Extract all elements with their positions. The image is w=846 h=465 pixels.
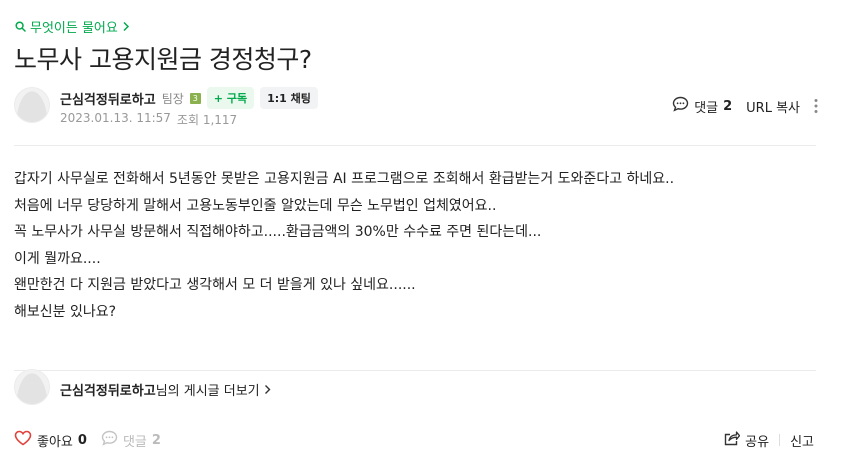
- chevron-right-icon: [122, 21, 130, 32]
- author-info: 근심걱정뒤로하고 팀장 3 + 구독 1:1 채팅: [60, 87, 318, 109]
- reaction-bar: 좋아요 0 댓글 2: [14, 430, 161, 450]
- board-link[interactable]: 무엇이든 물어요: [15, 17, 130, 36]
- comment-count: 2: [723, 98, 733, 114]
- search-icon: [15, 21, 26, 32]
- share-icon: [723, 430, 741, 450]
- content-line: 갑자기 사무실로 전화해서 5년동안 못받은 고용지원금 AI 프로그램으로 조…: [14, 171, 675, 187]
- share-report-bar: 공유 신고: [723, 430, 814, 450]
- content-line: 꼭 노무사가 사무실 방문해서 직접해야하고.....환급금액의 30%만 수수…: [14, 224, 542, 241]
- chat-button[interactable]: 1:1 채팅: [260, 87, 318, 109]
- post-title: 노무사 고용지원금 경정청구?: [14, 45, 312, 74]
- more-posts-nickname: 근심걱정뒤로하고: [60, 384, 156, 399]
- share-label: 공유: [745, 434, 770, 450]
- author-nickname[interactable]: 근심걱정뒤로하고: [60, 89, 156, 108]
- content-line: 왠만한건 다 지원금 받았다고 생각해서 모 더 받을게 있나 싶네요.....…: [14, 277, 416, 294]
- report-button[interactable]: 신고: [790, 431, 814, 450]
- content-line: 이게 뭘까요....: [14, 250, 101, 267]
- chevron-right-icon: [264, 384, 271, 395]
- content-line: 처음에 너무 당당하게 말해서 고용노동부인줄 알았는데 무슨 노무법인 업체였…: [14, 197, 497, 214]
- post-meta: 2023.01.13. 11:57 조회 1,117: [60, 111, 237, 128]
- post-views: 조회 1,117: [176, 113, 238, 127]
- like-count: 0: [77, 432, 87, 448]
- like-label: 좋아요: [37, 434, 73, 450]
- top-actions: 댓글 2 URL 복사: [672, 96, 818, 116]
- comment-label-bottom: 댓글: [122, 434, 147, 450]
- grade-badge-icon: 3: [189, 92, 201, 104]
- post-content: 갑자기 사무실로 전화해서 5년동안 못받은 고용지원금 AI 프로그램으로 조…: [14, 166, 814, 326]
- divider: [14, 145, 816, 146]
- comment-label: 댓글: [694, 100, 719, 116]
- comment-icon: [101, 430, 118, 450]
- more-options-icon[interactable]: [814, 98, 818, 114]
- comment-count-bottom: 2: [151, 432, 161, 448]
- url-copy-button[interactable]: URL 복사: [746, 97, 800, 116]
- comment-icon: [672, 96, 689, 116]
- content-line: 해보신분 있나요?: [14, 303, 117, 320]
- comment-button[interactable]: 댓글 2: [672, 96, 732, 116]
- share-button[interactable]: 공유: [723, 430, 769, 450]
- board-label: 무엇이든 물어요: [30, 21, 118, 36]
- more-posts-label: 님의 게시글 더보기: [155, 384, 260, 399]
- post-date: 2023.01.13. 11:57: [60, 111, 171, 125]
- divider: [779, 434, 781, 446]
- author-grade: 팀장: [161, 91, 184, 106]
- heart-icon: [14, 430, 32, 450]
- follow-button[interactable]: + 구독: [206, 87, 255, 109]
- like-button[interactable]: 좋아요 0: [14, 430, 87, 450]
- author-avatar[interactable]: [14, 87, 50, 123]
- divider: [14, 370, 816, 371]
- comment-button-bottom[interactable]: 댓글 2: [101, 430, 161, 450]
- more-posts-link[interactable]: 근심걱정뒤로하고 님의 게시글 더보기: [60, 380, 271, 399]
- post-page: 무엇이든 물어요 노무사 고용지원금 경정청구? 근심걱정뒤로하고 팀장 3 +…: [0, 0, 846, 465]
- author-avatar-bottom[interactable]: [14, 369, 50, 405]
